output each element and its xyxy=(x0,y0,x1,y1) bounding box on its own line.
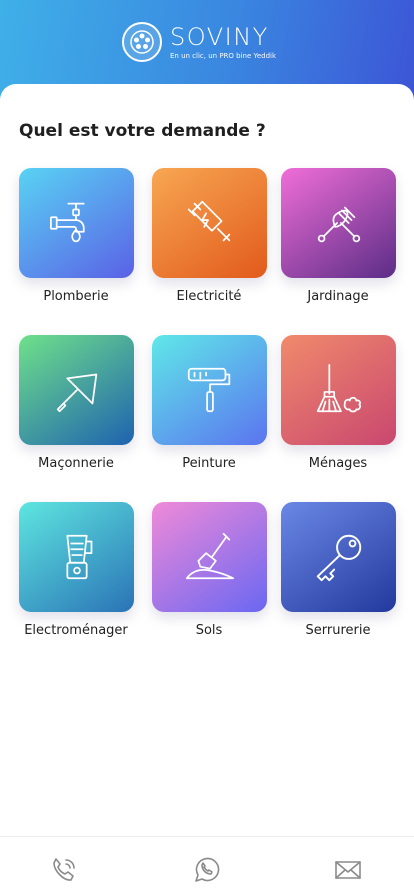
trowel-icon xyxy=(56,373,97,413)
service-tile-jardinage[interactable] xyxy=(281,168,396,278)
service-label-menages[interactable]: Ménages xyxy=(273,456,403,471)
logo-emblem-icon xyxy=(122,22,162,62)
service-label-sols[interactable]: Sols xyxy=(144,623,274,638)
page-title: Quel est votre demande ? xyxy=(19,121,266,141)
mail-icon xyxy=(335,861,361,879)
service-label-electromenager[interactable]: Electroménager xyxy=(11,623,141,638)
service-label-plomberie[interactable]: Plomberie xyxy=(11,289,141,304)
whatsapp-icon xyxy=(195,857,220,882)
service-label-maconnerie[interactable]: Maçonnerie xyxy=(11,456,141,471)
service-label-serrurerie[interactable]: Serrurerie xyxy=(273,623,403,638)
key-icon xyxy=(316,534,361,582)
phone-icon xyxy=(53,858,75,881)
bottom-nav xyxy=(0,836,414,896)
service-tile-sols[interactable] xyxy=(152,502,267,612)
service-tile-electromenager[interactable] xyxy=(19,502,134,612)
whatsapp-button[interactable] xyxy=(189,853,223,887)
service-tile-menages[interactable] xyxy=(281,335,396,445)
service-tile-electricite[interactable] xyxy=(152,168,267,278)
paint-roller-icon xyxy=(187,367,230,413)
service-label-electricite[interactable]: Electricité xyxy=(144,289,274,304)
electric-plug-icon xyxy=(187,200,230,242)
blender-icon xyxy=(65,534,92,580)
broom-icon xyxy=(316,363,361,413)
service-label-jardinage[interactable]: Jardinage xyxy=(273,289,403,304)
service-tile-serrurerie[interactable] xyxy=(281,502,396,612)
mail-button[interactable] xyxy=(331,853,365,887)
service-tile-maconnerie[interactable] xyxy=(19,335,134,445)
service-tile-plomberie[interactable] xyxy=(19,168,134,278)
service-label-peinture[interactable]: Peinture xyxy=(144,456,274,471)
call-button[interactable] xyxy=(47,853,81,887)
brand-name: SOVINY xyxy=(170,23,269,51)
faucet-icon xyxy=(49,202,85,243)
shovel-icon xyxy=(185,532,234,580)
garden-tools-icon xyxy=(317,206,360,243)
service-tile-peinture[interactable] xyxy=(152,335,267,445)
brand-logo: SOVINY En un clic, un PRO bine Yeddik xyxy=(122,22,276,62)
brand-tagline: En un clic, un PRO bine Yeddik xyxy=(170,52,277,60)
